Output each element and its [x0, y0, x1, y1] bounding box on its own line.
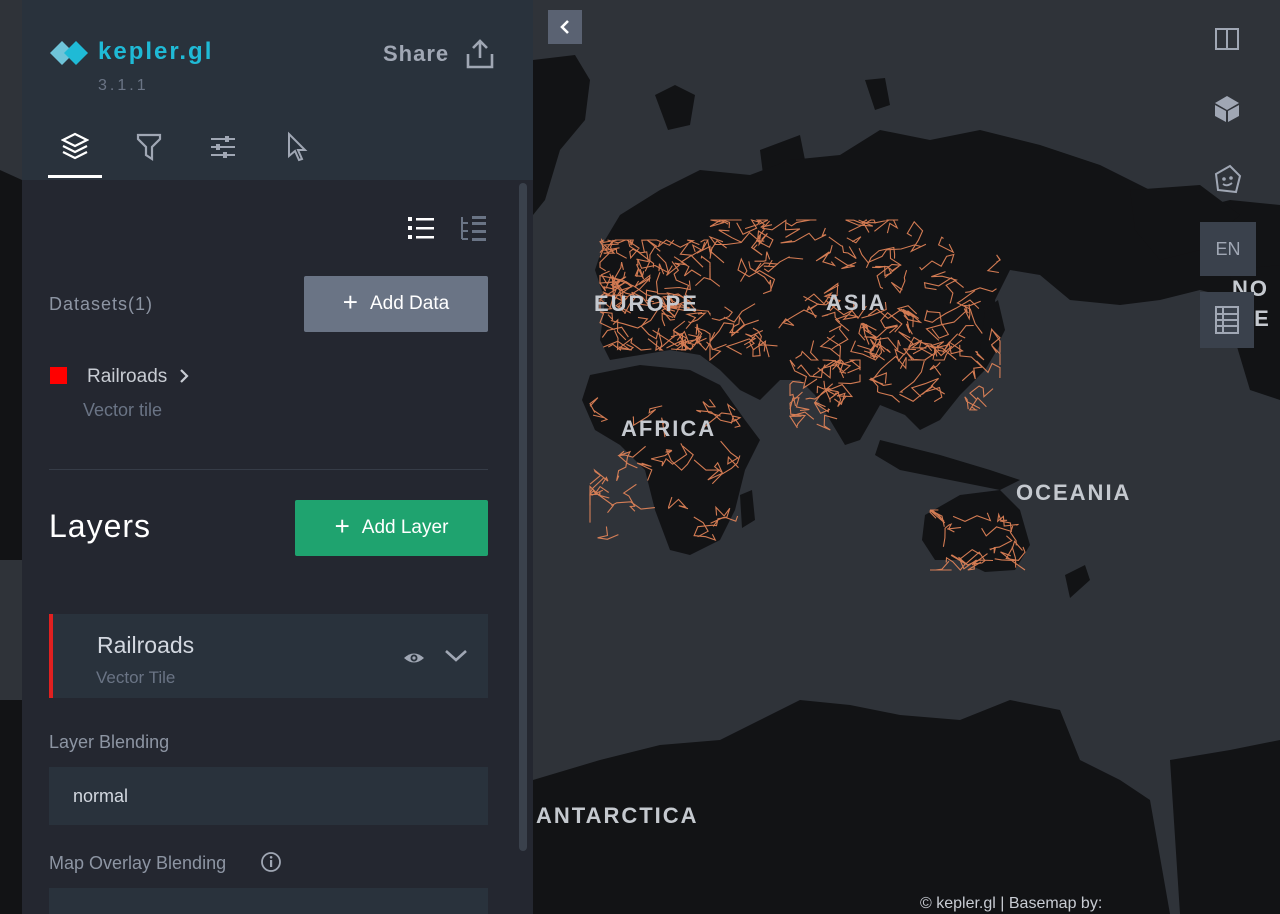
- map-label-africa: AFRICA: [621, 416, 716, 441]
- filter-icon: [136, 133, 162, 162]
- map-overlay-blending-label: Map Overlay Blending: [49, 853, 227, 873]
- tab-base-map[interactable]: [270, 128, 324, 178]
- legend-button[interactable]: [1200, 292, 1254, 348]
- layers-title: Layers: [49, 508, 152, 544]
- chevron-right-icon[interactable]: [178, 368, 190, 384]
- language-button[interactable]: EN: [1200, 222, 1256, 276]
- chevron-left-icon: [560, 20, 569, 34]
- map-overlay-blending-select[interactable]: [49, 888, 488, 914]
- kepler-logo-icon: [50, 41, 88, 65]
- layer-blending-select[interactable]: normal: [49, 767, 488, 825]
- plus-icon: +: [334, 511, 350, 541]
- split-map-button[interactable]: [1200, 12, 1254, 66]
- info-icon[interactable]: [260, 851, 282, 873]
- layer-type: Vector Tile: [96, 668, 176, 687]
- share-button[interactable]: Share: [383, 41, 449, 67]
- add-layer-button[interactable]: + Add Layer: [295, 500, 488, 556]
- dataset-color-swatch[interactable]: [50, 367, 67, 384]
- eye-icon[interactable]: [402, 648, 426, 668]
- collapse-panel-button[interactable]: [548, 10, 582, 44]
- draw-polygon-icon: [1214, 164, 1242, 194]
- map-label-antarctica: ANTARCTICA: [536, 803, 699, 828]
- list-view-icon[interactable]: [406, 213, 436, 243]
- side-panel: kepler.gl 3.1.1 Share Datasets(1) + Add …: [22, 0, 533, 914]
- land-east-edge-south: [1170, 740, 1280, 914]
- tab-interactions[interactable]: [196, 128, 250, 178]
- add-layer-label: Add Layer: [361, 517, 449, 538]
- plus-icon: +: [342, 287, 358, 317]
- section-divider: [49, 469, 488, 470]
- layers-icon: [61, 132, 89, 160]
- map-label-oceania: OCEANIA: [1016, 480, 1131, 505]
- panel-scrollbar[interactable]: [519, 183, 527, 851]
- tab-layers[interactable]: [48, 128, 102, 178]
- share-icon[interactable]: [465, 38, 495, 70]
- layer-name: Railroads: [97, 632, 195, 658]
- tab-filters[interactable]: [122, 128, 176, 178]
- app-version: 3.1.1: [98, 77, 149, 94]
- legend-icon: [1215, 306, 1239, 334]
- tree-view-icon[interactable]: [458, 213, 488, 243]
- layer-card-railroads[interactable]: Railroads Vector Tile: [49, 614, 488, 698]
- map-attribution[interactable]: © kepler.gl | Basemap by:: [920, 895, 1102, 913]
- sliders-icon: [211, 136, 235, 158]
- 3d-view-button[interactable]: [1200, 82, 1254, 136]
- dataset-type: Vector tile: [83, 400, 163, 420]
- cursor-icon: [288, 131, 308, 162]
- panel-header: kepler.gl 3.1.1 Share: [22, 0, 533, 180]
- map-label-asia: ASIA: [826, 290, 887, 315]
- datasets-title: Datasets(1): [49, 294, 154, 314]
- add-data-label: Add Data: [369, 293, 450, 314]
- layer-blending-value: normal: [73, 786, 129, 806]
- app-name: kepler.gl: [98, 38, 214, 65]
- land-west: [0, 170, 22, 914]
- chevron-down-icon[interactable]: [443, 647, 469, 665]
- dataset-name[interactable]: Railroads: [87, 366, 167, 388]
- add-data-button[interactable]: + Add Data: [304, 276, 488, 332]
- cube-icon: [1215, 96, 1239, 122]
- layer-blending-label: Layer Blending: [49, 732, 170, 752]
- map-label-europe: EUROPE: [594, 291, 699, 316]
- draw-polygon-button[interactable]: [1200, 152, 1254, 206]
- split-map-icon: [1215, 28, 1239, 50]
